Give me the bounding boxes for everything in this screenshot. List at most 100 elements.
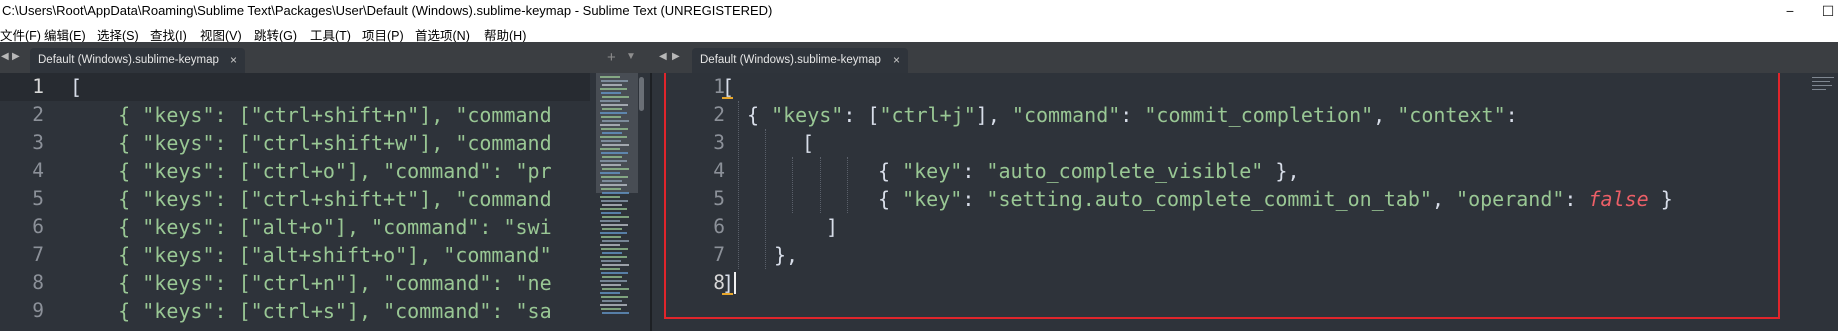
- minimap-line: [602, 84, 622, 86]
- minimap-line: [602, 156, 622, 158]
- code-line: [: [70, 75, 83, 99]
- right-tab-strip: ◀ ▶ Default (Windows).sublime-keymap ×: [650, 42, 1838, 73]
- minimap-line: [1812, 89, 1826, 90]
- minimap-line: [600, 88, 627, 90]
- minimap-line: [600, 220, 620, 222]
- left-editor-pane[interactable]: 1 2 3 4 5 6 7 8 9 [ { "keys": ["ctrl+shi…: [0, 73, 650, 331]
- line-number: 8: [32, 271, 44, 294]
- minimap-line: [600, 100, 620, 102]
- minimap-line: [600, 172, 620, 174]
- minimap-line: [602, 132, 622, 134]
- minimap-line: [601, 224, 628, 226]
- minimap-line: [601, 176, 628, 178]
- left-code-area[interactable]: [ { "keys": ["ctrl+shift+n"], "command {…: [70, 73, 592, 331]
- minimap-line: [601, 308, 621, 310]
- minimap-line: [602, 180, 622, 182]
- line-number-gutter: 1 2 3 4 5 6 7 8 9: [0, 73, 62, 331]
- editor-area: ◀ ▶ Default (Windows).sublime-keymap × +…: [0, 42, 1838, 331]
- minimap-line: [600, 208, 627, 210]
- minimap-line: [600, 256, 627, 258]
- minimap-line: [602, 192, 629, 194]
- tab-close-icon[interactable]: ×: [893, 48, 900, 72]
- right-editor-pane[interactable]: 1 2 3 4 5 6 7 8 [ { "keys": ["ctrl+j"], …: [652, 73, 1838, 331]
- minimap-line: [600, 232, 627, 234]
- minimap-line: [601, 236, 621, 238]
- line-number: 4: [32, 159, 44, 182]
- code-line: { "keys": ["ctrl+shift+t"], "command: [70, 187, 552, 211]
- code-line: { "keys": ["ctrl+n"], "command": "ne: [70, 271, 552, 295]
- minimap[interactable]: [596, 73, 638, 331]
- minimap-line: [601, 296, 628, 298]
- minimap-line: [600, 148, 620, 150]
- minimap-line: [1812, 81, 1830, 82]
- minimap-line: [601, 164, 621, 166]
- maximize-button[interactable]: ☐: [1808, 0, 1838, 22]
- minimap-line: [602, 252, 622, 254]
- tab-nav-prev-icon[interactable]: ◀: [1, 51, 9, 62]
- minimap-line: [602, 276, 622, 278]
- title-bar: C:\Users\Root\AppData\Roaming\Sublime Te…: [0, 0, 1838, 22]
- minimap-line: [602, 300, 622, 302]
- minimap-line: [601, 248, 628, 250]
- tab-nav-next-icon[interactable]: ▶: [672, 51, 680, 62]
- minimap-line: [602, 204, 622, 206]
- minimap-line: [602, 96, 629, 98]
- minimap-line: [602, 108, 622, 110]
- line-number: 9: [32, 299, 44, 322]
- minimap-line: [600, 112, 627, 114]
- line-number: 1: [32, 75, 44, 98]
- minimap-line: [602, 240, 629, 242]
- code-line: { "keys": ["ctrl+s"], "command": "sa: [70, 299, 552, 323]
- minimap-line: [600, 160, 627, 162]
- menu-bar: 文件(F) 编辑(E) 选择(S) 查找(I) 视图(V) 跳转(G) 工具(T…: [0, 22, 1838, 43]
- code-line: { "keys": ["ctrl+shift+w"], "command: [70, 131, 552, 155]
- minimap-line: [602, 120, 629, 122]
- line-number: 3: [32, 131, 44, 154]
- minimap-line: [601, 128, 628, 130]
- code-line: { "keys": ["ctrl+o"], "command": "pr: [70, 159, 552, 183]
- minimap-line: [600, 268, 620, 270]
- minimap-line: [601, 80, 628, 82]
- code-line: { "keys": ["alt+shift+o"], "command": [70, 243, 552, 267]
- minimap-line: [602, 216, 629, 218]
- minimap-line: [601, 92, 621, 94]
- minimap-line: [602, 228, 622, 230]
- minimap-line: [1812, 77, 1834, 78]
- line-number: 2: [32, 103, 44, 126]
- minimap-line: [602, 312, 629, 314]
- vertical-scrollbar[interactable]: [638, 73, 645, 331]
- minimap-line: [601, 272, 628, 274]
- line-number: 7: [32, 243, 44, 266]
- code-line: { "keys": ["ctrl+shift+n"], "command: [70, 103, 552, 127]
- new-tab-plus-icon[interactable]: +: [607, 49, 616, 66]
- minimap-line: [601, 140, 621, 142]
- minimap-line: [602, 288, 629, 290]
- minimap-line: [601, 104, 628, 106]
- tab-nav-prev-icon[interactable]: ◀: [659, 51, 667, 62]
- scrollbar-thumb[interactable]: [639, 77, 644, 111]
- tab-nav-next-icon[interactable]: ▶: [12, 51, 20, 62]
- minimap-line: [601, 200, 628, 202]
- minimap-line: [601, 188, 621, 190]
- minimap-line: [601, 260, 621, 262]
- minimap-line: [601, 212, 621, 214]
- minimap-line: [601, 116, 621, 118]
- minimap[interactable]: [1810, 73, 1838, 331]
- minimap-line: [601, 152, 628, 154]
- tab-label: Default (Windows).sublime-keymap: [38, 54, 219, 66]
- minimap-line: [600, 244, 620, 246]
- line-number: 6: [32, 215, 44, 238]
- tab-label: Default (Windows).sublime-keymap: [700, 54, 881, 66]
- minimap-line: [602, 168, 629, 170]
- code-line: { "keys": ["alt+o"], "command": "swi: [70, 215, 552, 239]
- annotation-highlight-box: [664, 73, 1780, 319]
- tab-dropdown-icon[interactable]: ▼: [626, 51, 636, 62]
- minimap-line: [602, 264, 629, 266]
- tab-right-keymap[interactable]: Default (Windows).sublime-keymap ×: [692, 48, 908, 73]
- tab-left-keymap[interactable]: Default (Windows).sublime-keymap ×: [30, 48, 245, 73]
- minimize-button[interactable]: −: [1770, 0, 1810, 22]
- window-title: C:\Users\Root\AppData\Roaming\Sublime Te…: [2, 3, 773, 18]
- minimap-line: [600, 196, 620, 198]
- minimap-line: [601, 284, 621, 286]
- tab-close-icon[interactable]: ×: [230, 48, 237, 72]
